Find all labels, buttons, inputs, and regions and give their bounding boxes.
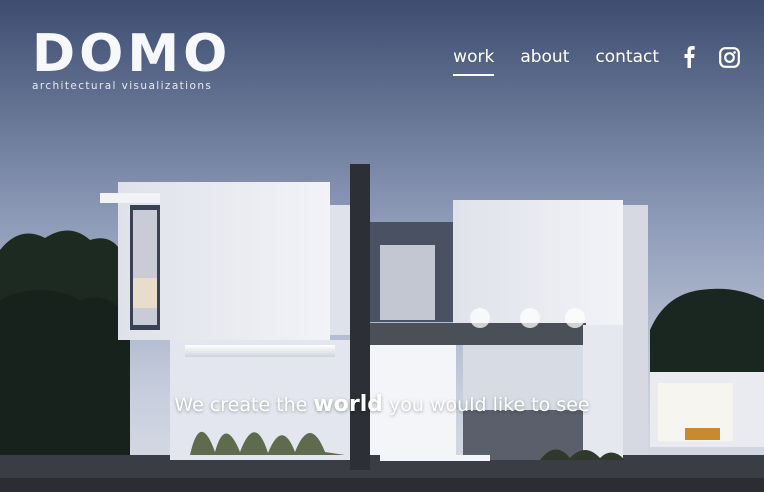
headline-emphasis: world bbox=[313, 392, 383, 417]
headline-after: you would like to see bbox=[389, 394, 590, 416]
brand-name: DOMO bbox=[32, 24, 232, 84]
brand-subtitle: architectural visualizations bbox=[32, 80, 213, 92]
headline-before: We create the bbox=[174, 394, 308, 416]
nav-contact[interactable]: contact bbox=[595, 44, 659, 70]
nav-work[interactable]: work bbox=[453, 44, 495, 76]
hero-headline: We create the world you would like to se… bbox=[0, 392, 764, 417]
brand-logo[interactable]: DOMO architectural visualizations bbox=[32, 28, 231, 92]
instagram-icon[interactable] bbox=[719, 46, 740, 68]
main-nav: work about contact bbox=[427, 44, 740, 76]
nav-about[interactable]: about bbox=[520, 44, 569, 70]
facebook-icon[interactable] bbox=[683, 46, 695, 68]
